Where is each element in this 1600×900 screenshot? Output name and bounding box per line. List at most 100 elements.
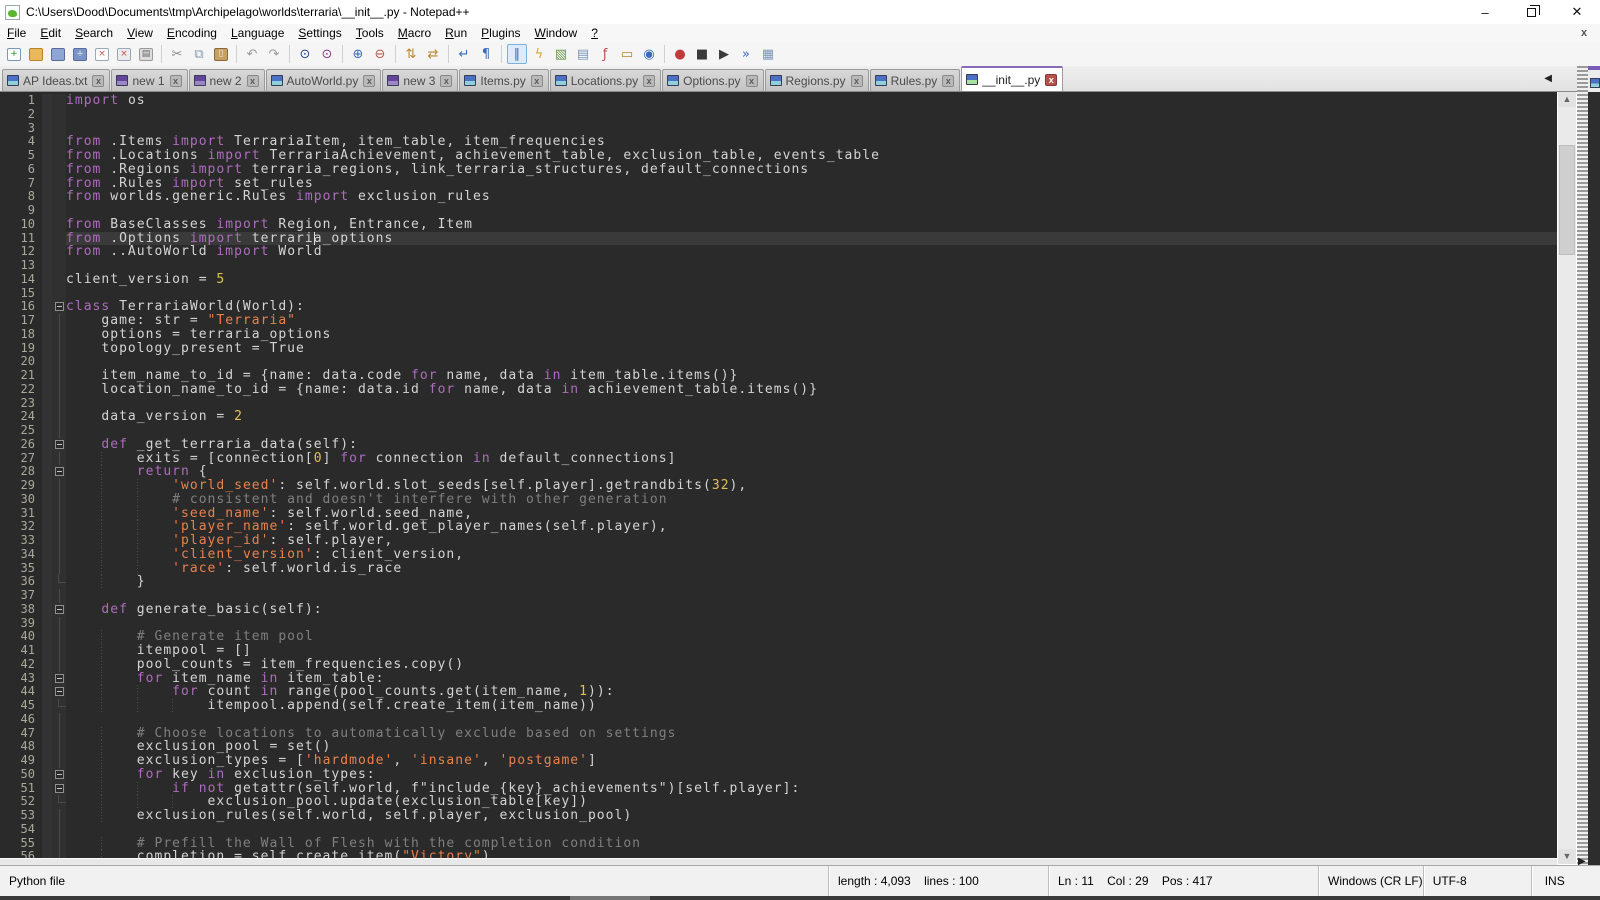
menu-window[interactable]: Window: [528, 24, 585, 42]
monitoring-icon[interactable]: ◉: [639, 44, 659, 64]
restore-button[interactable]: [1508, 0, 1554, 24]
bookmark-margin[interactable]: [42, 644, 52, 658]
menu-help[interactable]: ?: [584, 24, 605, 42]
macro-save-icon[interactable]: ▦: [758, 44, 778, 64]
document-list-icon[interactable]: ▤: [573, 44, 593, 64]
horizontal-scrollbar[interactable]: [0, 858, 1557, 865]
tab-items-py[interactable]: Items.pyx: [459, 69, 548, 91]
bookmark-margin[interactable]: [42, 328, 52, 342]
status-eol-format[interactable]: Windows (CR LF): [1318, 866, 1423, 896]
bookmark-margin[interactable]: [42, 177, 52, 191]
bookmark-margin[interactable]: [42, 163, 52, 177]
tab-locations-py[interactable]: Locations.pyx: [550, 69, 661, 91]
bookmark-margin[interactable]: [42, 397, 52, 411]
menu-settings[interactable]: Settings: [291, 24, 348, 42]
macro-playback-icon[interactable]: ▶: [714, 44, 734, 64]
bookmark-margin[interactable]: [42, 823, 52, 837]
status-insert-mode[interactable]: INS: [1531, 866, 1600, 896]
fold-collapse-icon[interactable]: [52, 438, 66, 452]
show-indent-guide-icon[interactable]: ∥: [507, 44, 527, 64]
menu-edit[interactable]: Edit: [33, 24, 68, 42]
tab-scroll-left-icon[interactable]: ◀: [1544, 73, 1552, 84]
sync-horizontal-scrolling-icon[interactable]: ⇄: [423, 44, 443, 64]
tab-new-3[interactable]: new 3x: [382, 69, 458, 91]
tab-rules-py[interactable]: Rules.pyx: [870, 69, 961, 91]
redo-icon[interactable]: ↷: [264, 44, 284, 64]
find-icon[interactable]: ⊙: [295, 44, 315, 64]
bookmark-margin[interactable]: [42, 479, 52, 493]
bookmark-margin[interactable]: [42, 438, 52, 452]
tab-close-icon[interactable]: x: [942, 75, 954, 87]
bookmark-margin[interactable]: [42, 630, 52, 644]
bookmark-margin[interactable]: [42, 94, 52, 108]
bookmark-margin[interactable]: [42, 507, 52, 521]
macro-run-multiple-icon[interactable]: »: [736, 44, 756, 64]
tab-close-icon[interactable]: x: [440, 75, 452, 87]
bookmark-margin[interactable]: [42, 122, 52, 136]
scroll-down-icon[interactable]: ▼: [1558, 849, 1576, 864]
fold-collapse-icon[interactable]: [52, 782, 66, 796]
bookmark-margin[interactable]: [42, 452, 52, 466]
bookmark-margin[interactable]: [42, 135, 52, 149]
save-all-icon[interactable]: +: [70, 44, 90, 64]
show-all-characters-icon[interactable]: ¶: [476, 44, 496, 64]
tab--init-py[interactable]: __init__.pyx: [961, 66, 1063, 91]
tab-regions-py[interactable]: Regions.pyx: [765, 69, 869, 91]
bookmark-margin[interactable]: [42, 603, 52, 617]
bookmark-margin[interactable]: [42, 575, 52, 589]
bookmark-margin[interactable]: [42, 809, 52, 823]
tab-close-icon[interactable]: x: [531, 75, 543, 87]
copy-icon[interactable]: ⧉: [189, 44, 209, 64]
zoom-in-icon[interactable]: ⊕: [348, 44, 368, 64]
tab-new-1[interactable]: new 1x: [111, 69, 187, 91]
bookmark-margin[interactable]: [42, 273, 52, 287]
bookmark-margin[interactable]: [42, 108, 52, 122]
new-file-icon[interactable]: +: [4, 44, 24, 64]
menu-plugins[interactable]: Plugins: [474, 24, 527, 42]
bookmark-margin[interactable]: [42, 190, 52, 204]
menu-file[interactable]: File: [0, 24, 33, 42]
tab-close-icon[interactable]: x: [92, 75, 104, 87]
tab-close-icon[interactable]: x: [363, 75, 375, 87]
bookmark-margin[interactable]: [42, 369, 52, 383]
undo-icon[interactable]: ↶: [242, 44, 262, 64]
scrollbar-thumb[interactable]: [1559, 145, 1575, 255]
bookmark-margin[interactable]: [42, 410, 52, 424]
print-icon[interactable]: ▤: [136, 44, 156, 64]
bookmark-margin[interactable]: [42, 699, 52, 713]
bookmark-margin[interactable]: [42, 465, 52, 479]
fold-collapse-icon[interactable]: [52, 685, 66, 699]
tab-close-icon[interactable]: x: [247, 75, 259, 87]
menu-run[interactable]: Run: [438, 24, 474, 42]
bookmark-margin[interactable]: [42, 149, 52, 163]
fold-collapse-icon[interactable]: [52, 300, 66, 314]
bookmark-margin[interactable]: [42, 493, 52, 507]
bookmark-margin[interactable]: [42, 232, 52, 246]
menu-language[interactable]: Language: [224, 24, 291, 42]
tab-close-icon[interactable]: x: [1045, 74, 1057, 86]
define-language-icon[interactable]: ϟ: [529, 44, 549, 64]
menu-encoding[interactable]: Encoding: [160, 24, 224, 42]
fold-collapse-icon[interactable]: [52, 465, 66, 479]
bookmark-margin[interactable]: [42, 617, 52, 631]
fold-collapse-icon[interactable]: [52, 603, 66, 617]
bookmark-margin[interactable]: [42, 782, 52, 796]
word-wrap-icon[interactable]: ↵: [454, 44, 474, 64]
replace-icon[interactable]: ⊙: [317, 44, 337, 64]
bookmark-margin[interactable]: [42, 300, 52, 314]
save-file-icon[interactable]: [48, 44, 68, 64]
bookmark-margin[interactable]: [42, 768, 52, 782]
bookmark-margin[interactable]: [42, 520, 52, 534]
minimize-button[interactable]: –: [1462, 0, 1508, 24]
tab-close-icon[interactable]: x: [746, 75, 758, 87]
open-file-icon[interactable]: [26, 44, 46, 64]
document-map-icon[interactable]: ▧: [551, 44, 571, 64]
function-list-icon[interactable]: ƒ: [595, 44, 615, 64]
close-all-icon[interactable]: ×: [114, 44, 134, 64]
folder-as-workspace-icon[interactable]: ▭: [617, 44, 637, 64]
bookmark-margin[interactable]: [42, 685, 52, 699]
tab-close-icon[interactable]: x: [851, 75, 863, 87]
menu-macro[interactable]: Macro: [391, 24, 438, 42]
menu-search[interactable]: Search: [68, 24, 120, 42]
view-splitter[interactable]: [1577, 66, 1588, 872]
